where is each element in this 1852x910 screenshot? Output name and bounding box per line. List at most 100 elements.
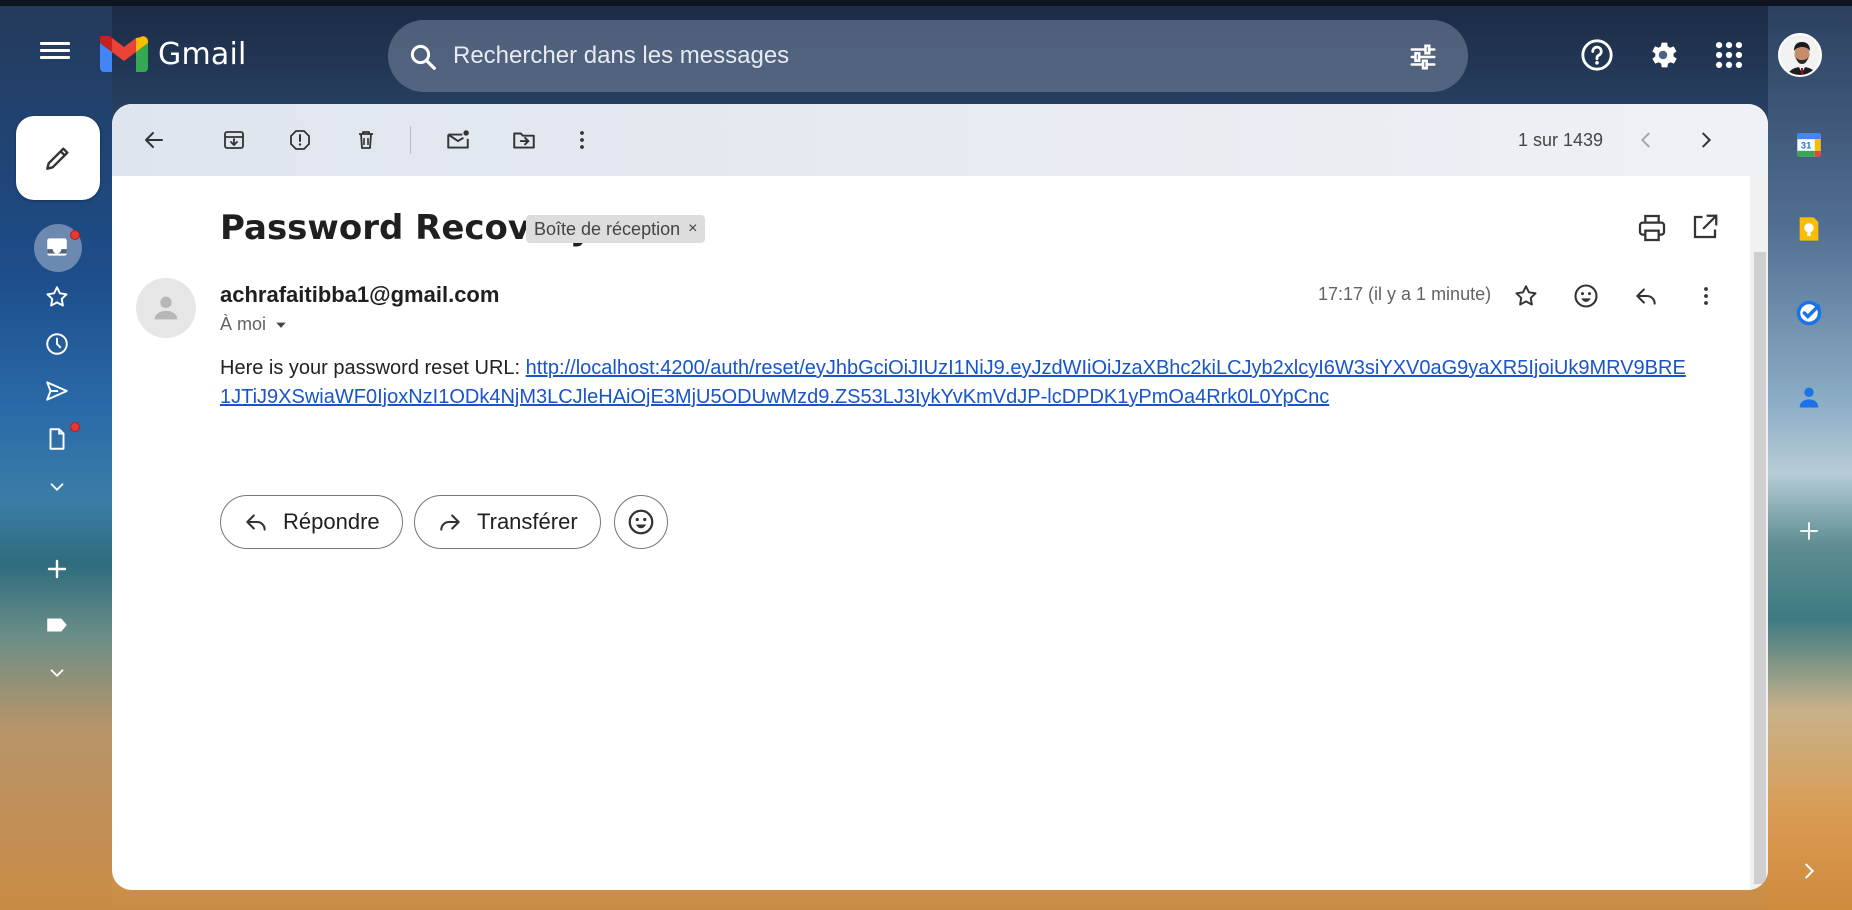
compose-button[interactable] [16,116,100,200]
report-icon [290,130,310,150]
chevron-down-icon [50,669,64,678]
arrow-left-icon [145,132,163,148]
emoji-icon [1574,284,1598,308]
account-avatar[interactable] [1778,33,1822,77]
label-icon [47,618,67,632]
drafts-dot [70,422,80,432]
contacts-icon [1799,387,1819,408]
gmail-logo[interactable]: Gmail [100,36,247,72]
more-nav-item[interactable] [40,470,74,504]
move-to-folder-icon [513,132,535,149]
plus-icon [1800,522,1818,540]
sender-avatar[interactable] [136,278,196,338]
person-icon [154,296,178,320]
pager-count: 1 sur 1439 [1518,130,1604,150]
more-actions-button[interactable] [566,124,598,156]
emoji-icon [628,509,654,535]
snoozed-nav-item[interactable] [40,327,74,361]
help-icon[interactable] [1580,38,1614,72]
reply-button-label: Répondre [283,509,380,534]
star-message-button[interactable] [1508,278,1544,314]
back-button[interactable] [138,124,170,156]
get-addons-button[interactable] [1794,516,1824,546]
label-chip-text: Boîte de réception [534,218,681,239]
gear-icon[interactable] [1646,38,1680,72]
sender-email[interactable]: achrafaitibba1@gmail.com [220,282,499,308]
drafts-nav-item[interactable] [40,422,74,456]
message-toolbar: 1 sur 1439 [112,104,1768,176]
delete-button[interactable] [350,124,382,156]
message-time: 17:17 (il y a 1 minute) [1318,284,1492,304]
search-options-icon[interactable] [1408,42,1438,72]
emoji-reaction-button[interactable] [614,495,668,549]
trash-icon [359,131,373,149]
open-in-new-window-button[interactable] [1690,212,1722,244]
chevron-left-icon [1641,132,1650,148]
keep-app-button[interactable] [1794,214,1824,244]
toolbar-divider [410,126,411,154]
tasks-app-button[interactable] [1794,298,1824,328]
chevron-down-icon [50,483,64,492]
search-input[interactable] [453,38,1333,74]
starred-nav-item[interactable] [40,280,74,314]
create-label-button[interactable] [40,552,74,586]
remove-label-button[interactable]: × [688,220,697,238]
add-reaction-button[interactable] [1568,278,1604,314]
clock-icon [46,333,68,355]
more-labels-item[interactable] [40,656,74,690]
star-icon [46,286,68,307]
tasks-icon [1796,300,1822,326]
open-in-new-icon [1693,214,1718,239]
inbox-label-chip[interactable]: Boîte de réception × [526,215,706,243]
inbox-unread-dot [70,230,80,240]
app-title: Gmail [158,36,247,72]
apps-grid-icon[interactable] [1712,38,1746,72]
keep-icon [1799,217,1819,241]
recipient-text: À moi [220,314,267,334]
pencil-icon [46,147,69,170]
reply-icon [1636,288,1656,305]
scrollbar-track[interactable] [1750,176,1768,890]
message-view: 1 sur 1439 Password Recovery Boîte de ré… [112,104,1768,890]
recipient-details-toggle[interactable]: À moi [220,314,288,335]
star-icon [1515,285,1537,306]
inbox-nav-item[interactable] [40,230,74,264]
label-nav-item[interactable] [40,608,74,642]
scrollbar-thumb[interactable] [1754,252,1766,884]
move-to-button[interactable] [508,124,540,156]
show-side-panel-button[interactable] [1794,856,1824,886]
report-spam-button[interactable] [284,124,316,156]
forward-button[interactable]: Transférer [414,495,601,549]
send-icon [46,381,68,401]
more-vert-icon [1704,287,1708,305]
calendar-app-button[interactable]: 31 [1794,130,1824,160]
main-menu-button[interactable] [40,38,70,68]
archive-button[interactable] [218,124,250,156]
search-bar[interactable] [388,20,1468,92]
sent-nav-item[interactable] [40,374,74,408]
plus-icon [47,559,67,579]
print-all-button[interactable] [1636,212,1668,244]
forward-button-label: Transférer [477,509,578,534]
window-top-edge [0,0,1852,6]
calendar-icon: 31 [1797,133,1821,157]
archive-icon [224,131,244,149]
draft-icon [49,428,65,450]
older-button[interactable] [1690,124,1722,156]
newer-button[interactable] [1630,124,1662,156]
more-vert-icon [580,131,584,149]
chevron-right-icon [1805,863,1815,879]
search-icon[interactable] [408,42,438,72]
chevron-right-icon [1702,132,1712,148]
gmail-m-icon [100,36,148,72]
reply-button[interactable]: Répondre [220,495,403,549]
mark-unread-button[interactable] [442,124,474,156]
mark-unread-icon [447,130,469,149]
inbox-icon [47,238,67,256]
contacts-app-button[interactable] [1794,382,1824,412]
reply-icon-button[interactable] [1628,278,1664,314]
caret-down-icon [276,322,286,328]
message-more-button[interactable] [1688,278,1724,314]
body-intro-text: Here is your password reset URL: [220,357,526,379]
message-body: Here is your password reset URL: http://… [220,354,1690,412]
